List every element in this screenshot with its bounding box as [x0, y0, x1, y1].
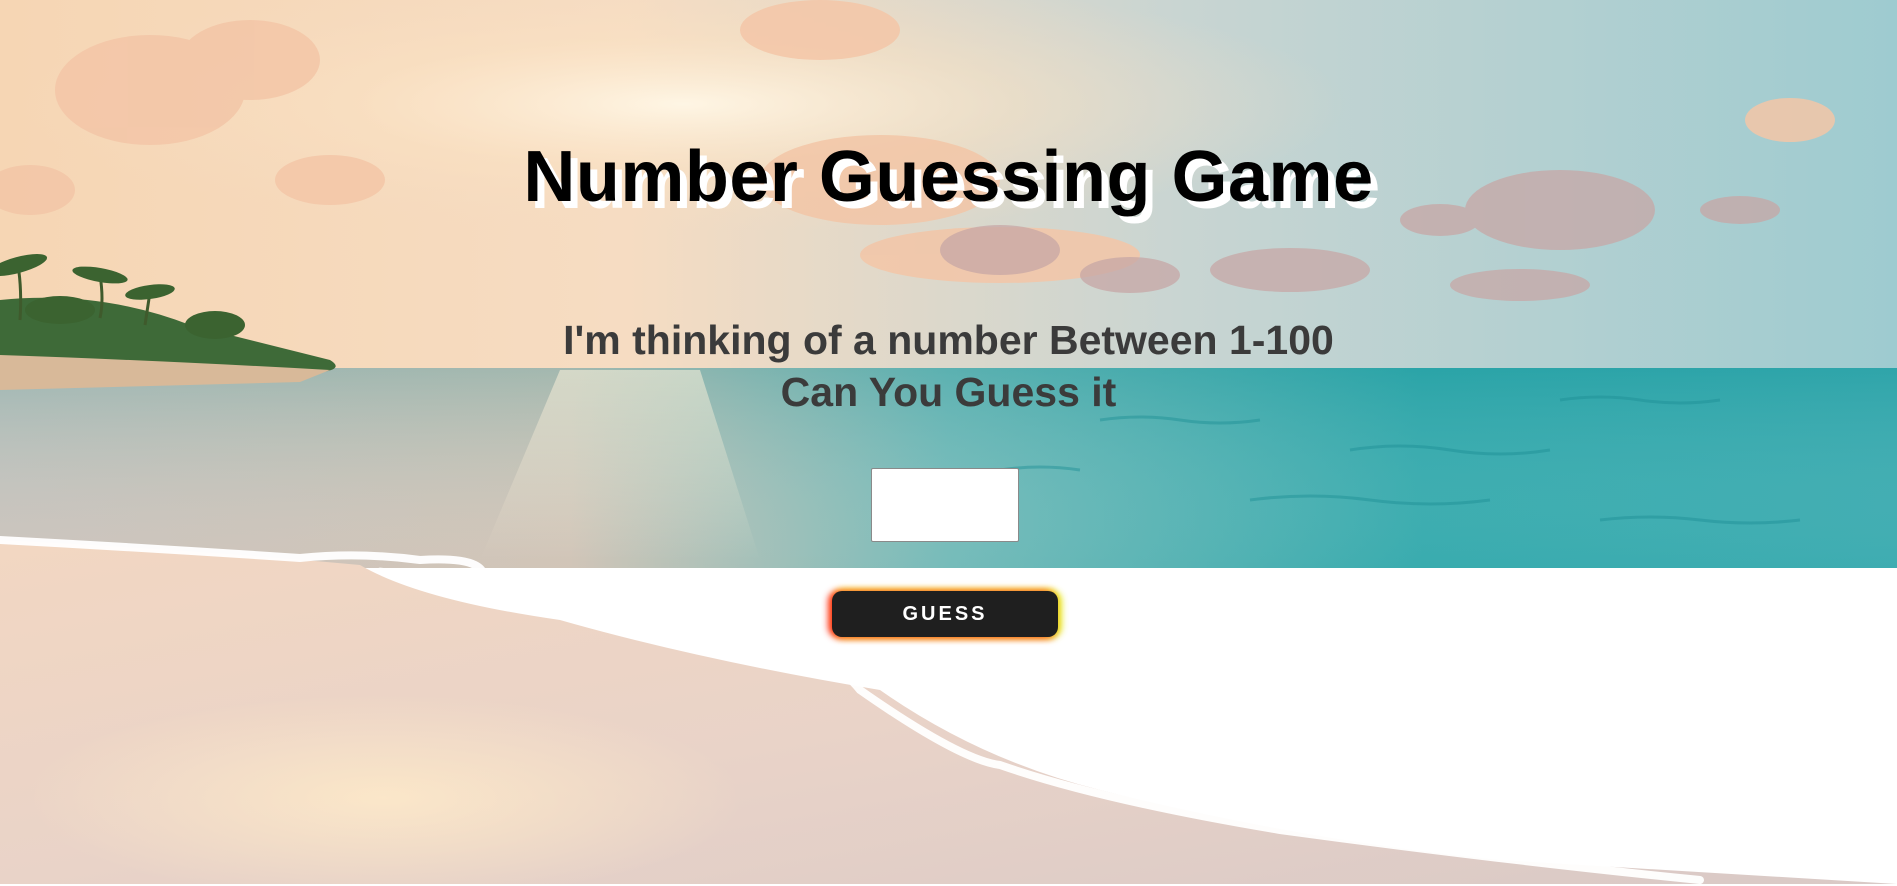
game-prompt: I'm thinking of a number Between 1-100 C…	[0, 314, 1897, 418]
game-prompt-line-2: Can You Guess it	[780, 369, 1117, 415]
game-prompt-line-1: I'm thinking of a number Between 1-100	[563, 317, 1334, 363]
guess-input[interactable]	[871, 468, 1019, 542]
guess-button[interactable]: GUESS	[832, 591, 1058, 637]
game-title: Number Guessing Game	[523, 137, 1374, 217]
game-panel: Number Guessing Game I'm thinking of a n…	[0, 0, 1897, 884]
